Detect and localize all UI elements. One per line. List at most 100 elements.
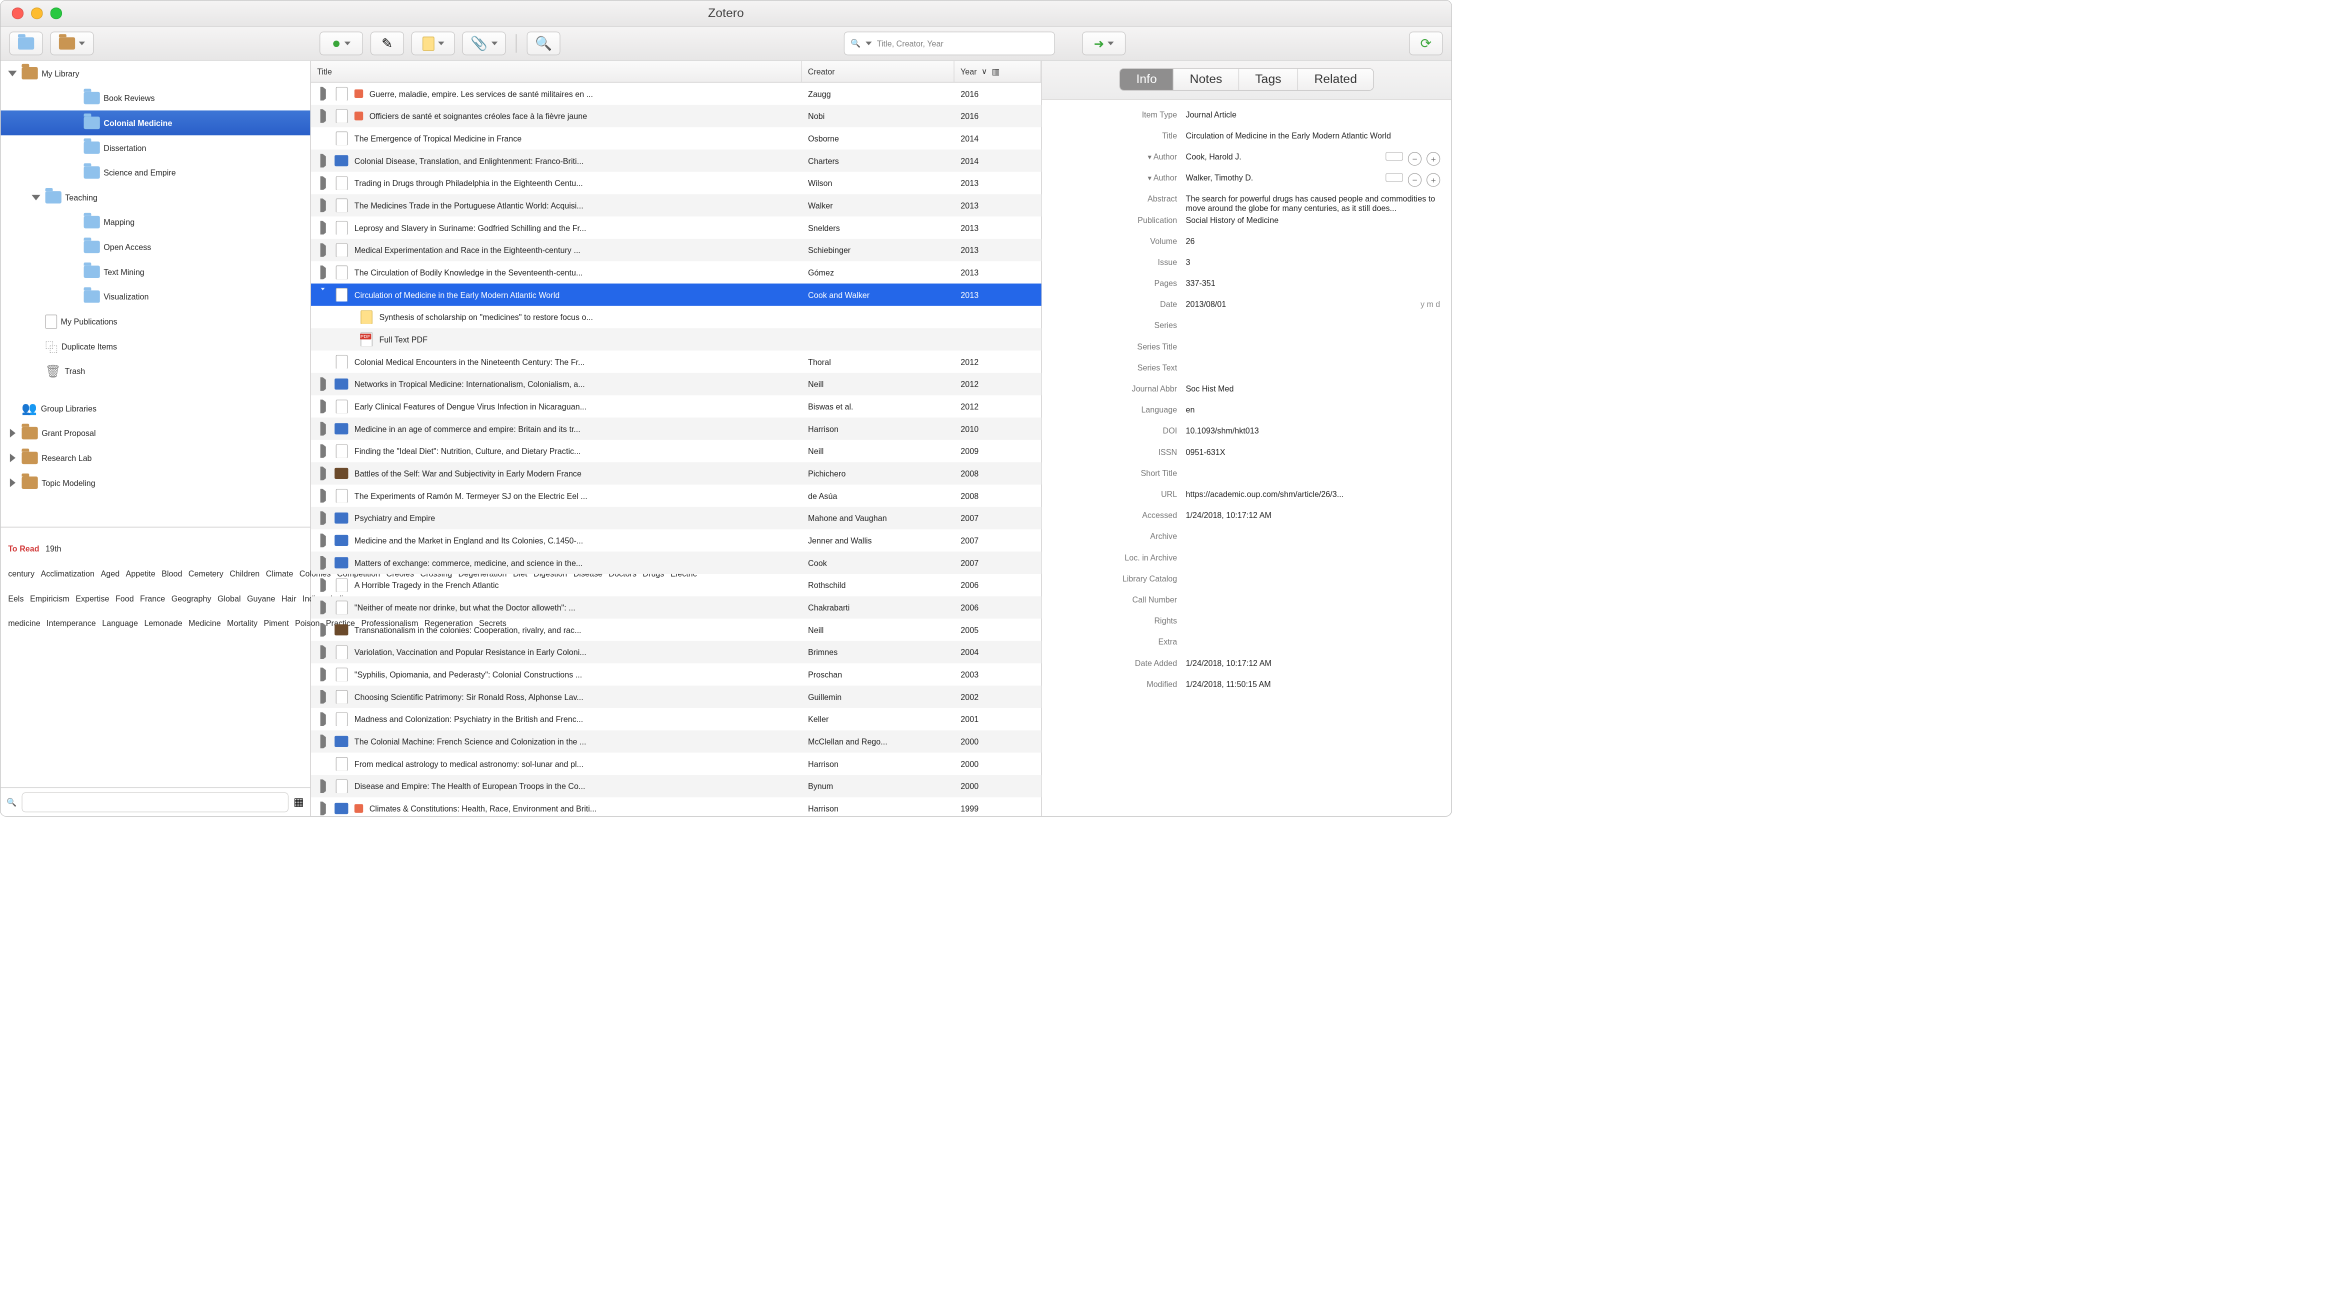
collection-row[interactable]: Teaching — [1, 185, 311, 210]
collection-row[interactable]: My Publications — [1, 309, 311, 334]
field-label[interactable]: ▾ Author — [1053, 173, 1177, 182]
creator-mode-toggle[interactable] — [1386, 152, 1403, 161]
tag[interactable]: Expertise — [76, 594, 110, 603]
disclosure-triangle[interactable] — [7, 428, 18, 439]
tab-tags[interactable]: Tags — [1239, 69, 1298, 90]
tab-related[interactable]: Related — [1298, 69, 1373, 90]
disclosure-triangle[interactable] — [317, 580, 328, 589]
creator-mode-toggle[interactable] — [1386, 173, 1403, 182]
disclosure-triangle[interactable] — [317, 111, 328, 120]
tag[interactable]: Guyane — [247, 594, 275, 603]
collection-row[interactable]: Dissertation — [1, 135, 311, 160]
item-row[interactable]: Colonial Disease, Translation, and Enlig… — [311, 150, 1041, 172]
field-value-abstract[interactable]: The search for powerful drugs has caused… — [1186, 194, 1440, 213]
item-row[interactable]: Madness and Colonization: Psychiatry in … — [311, 708, 1041, 730]
field-value-language[interactable]: en — [1186, 405, 1440, 414]
disclosure-triangle[interactable] — [317, 715, 328, 724]
disclosure-triangle[interactable] — [30, 192, 41, 203]
tag-filter-input[interactable] — [22, 792, 289, 812]
item-row[interactable]: "Syphilis, Opiomania, and Pederasty": Co… — [311, 663, 1041, 685]
disclosure-triangle[interactable] — [317, 178, 328, 187]
items-list[interactable]: Guerre, maladie, empire. Les services de… — [311, 83, 1041, 816]
disclosure-triangle[interactable] — [317, 804, 328, 813]
item-row[interactable]: Finding the "Ideal Diet": Nutrition, Cul… — [311, 440, 1041, 462]
item-row[interactable]: Early Clinical Features of Dengue Virus … — [311, 395, 1041, 417]
item-row[interactable]: Choosing Scientific Patrimony: Sir Ronal… — [311, 686, 1041, 708]
tag[interactable]: Children — [230, 569, 260, 578]
item-row[interactable]: The Circulation of Bodily Knowledge in t… — [311, 261, 1041, 283]
disclosure-triangle[interactable] — [317, 670, 328, 679]
collection-row[interactable]: Topic Modeling — [1, 470, 311, 495]
remove-author-button[interactable]: − — [1408, 173, 1422, 187]
tag[interactable]: Global — [217, 594, 240, 603]
collection-row[interactable]: 🗑Trash — [1, 359, 311, 384]
minimize-window-button[interactable] — [31, 7, 43, 19]
item-row[interactable]: Transnationalism in the colonies: Cooper… — [311, 619, 1041, 641]
collection-row[interactable]: Colonial Medicine — [1, 110, 311, 135]
item-row[interactable]: Officiers de santé et soignantes créoles… — [311, 105, 1041, 127]
disclosure-triangle[interactable] — [317, 469, 328, 478]
tag[interactable]: France — [140, 594, 165, 603]
item-row[interactable]: Climates & Constitutions: Health, Race, … — [311, 797, 1041, 816]
item-row[interactable]: Guerre, maladie, empire. Les services de… — [311, 83, 1041, 105]
field-value-volume[interactable]: 26 — [1186, 236, 1440, 245]
tag[interactable]: Empiricism — [30, 594, 69, 603]
new-collection-button[interactable] — [9, 32, 43, 56]
item-row[interactable]: Synthesis of scholarship on "medicines" … — [311, 306, 1041, 328]
tag[interactable]: Food — [115, 594, 133, 603]
disclosure-triangle[interactable] — [317, 223, 328, 232]
tag[interactable]: To Read — [8, 544, 39, 553]
item-row[interactable]: Full Text PDF — [311, 328, 1041, 350]
disclosure-triangle[interactable] — [317, 536, 328, 545]
field-value-date[interactable]: 2013/08/01 — [1186, 300, 1412, 309]
disclosure-triangle[interactable] — [317, 201, 328, 210]
tag[interactable]: Intemperance — [47, 619, 96, 628]
tag[interactable]: Medicine — [189, 619, 221, 628]
disclosure-triangle[interactable] — [317, 89, 328, 98]
item-row[interactable]: Medical Experimentation and Race in the … — [311, 239, 1041, 261]
disclosure-triangle[interactable] — [7, 477, 18, 488]
field-value-url[interactable]: https://academic.oup.com/shm/article/26/… — [1186, 490, 1440, 499]
zoom-window-button[interactable] — [50, 7, 62, 19]
disclosure-triangle[interactable] — [317, 446, 328, 455]
disclosure-triangle[interactable] — [317, 402, 328, 411]
tag[interactable]: Lemonade — [144, 619, 182, 628]
sync-button[interactable]: ⟳ — [1409, 32, 1443, 56]
tag[interactable]: Blood — [162, 569, 183, 578]
quick-search-input[interactable]: 🔍Title, Creator, Year — [844, 32, 1055, 56]
collection-row[interactable]: Science and Empire — [1, 160, 311, 185]
tag[interactable]: Climate — [266, 569, 293, 578]
column-year[interactable]: Year ∨ ▥ — [954, 61, 1041, 82]
item-row[interactable]: Leprosy and Slavery in Suriname: Godfrie… — [311, 217, 1041, 239]
tag[interactable]: Cemetery — [188, 569, 223, 578]
disclosure-triangle[interactable] — [7, 452, 18, 463]
disclosure-triangle[interactable] — [317, 625, 328, 634]
add-attachment-button[interactable]: 📎 — [462, 32, 505, 56]
disclosure-triangle[interactable] — [317, 290, 328, 299]
column-menu-icon[interactable]: ▥ — [992, 66, 1000, 77]
item-row[interactable]: "Neither of meate nor drinke, but what t… — [311, 596, 1041, 618]
tag[interactable]: Acclimatization — [41, 569, 95, 578]
column-creator[interactable]: Creator — [802, 61, 955, 82]
add-by-identifier-button[interactable]: ✎ — [370, 32, 404, 56]
tag[interactable]: Aged — [101, 569, 120, 578]
new-library-button[interactable] — [50, 32, 93, 56]
new-note-button[interactable] — [411, 32, 454, 56]
item-row[interactable]: Battles of the Self: War and Subjectivit… — [311, 462, 1041, 484]
tag[interactable]: Hair — [281, 594, 296, 603]
column-title[interactable]: Title — [311, 61, 802, 82]
tag[interactable]: Mortality — [227, 619, 257, 628]
item-row[interactable]: A Horrible Tragedy in the French Atlanti… — [311, 574, 1041, 596]
add-author-button[interactable]: + — [1427, 152, 1441, 166]
item-row[interactable]: Matters of exchange: commerce, medicine,… — [311, 552, 1041, 574]
tab-info[interactable]: Info — [1120, 69, 1174, 90]
item-row[interactable]: Trading in Drugs through Philadelphia in… — [311, 172, 1041, 194]
disclosure-triangle[interactable] — [317, 156, 328, 165]
disclosure-triangle[interactable] — [317, 513, 328, 522]
item-row[interactable]: Disease and Empire: The Health of Europe… — [311, 775, 1041, 797]
field-value-author[interactable]: Cook, Harold J. — [1186, 152, 1377, 161]
field-value-issn[interactable]: 0951-631X — [1186, 447, 1440, 456]
field-label[interactable]: ▾ Author — [1053, 152, 1177, 161]
disclosure-triangle[interactable] — [317, 647, 328, 656]
item-row[interactable]: Networks in Tropical Medicine: Internati… — [311, 373, 1041, 395]
